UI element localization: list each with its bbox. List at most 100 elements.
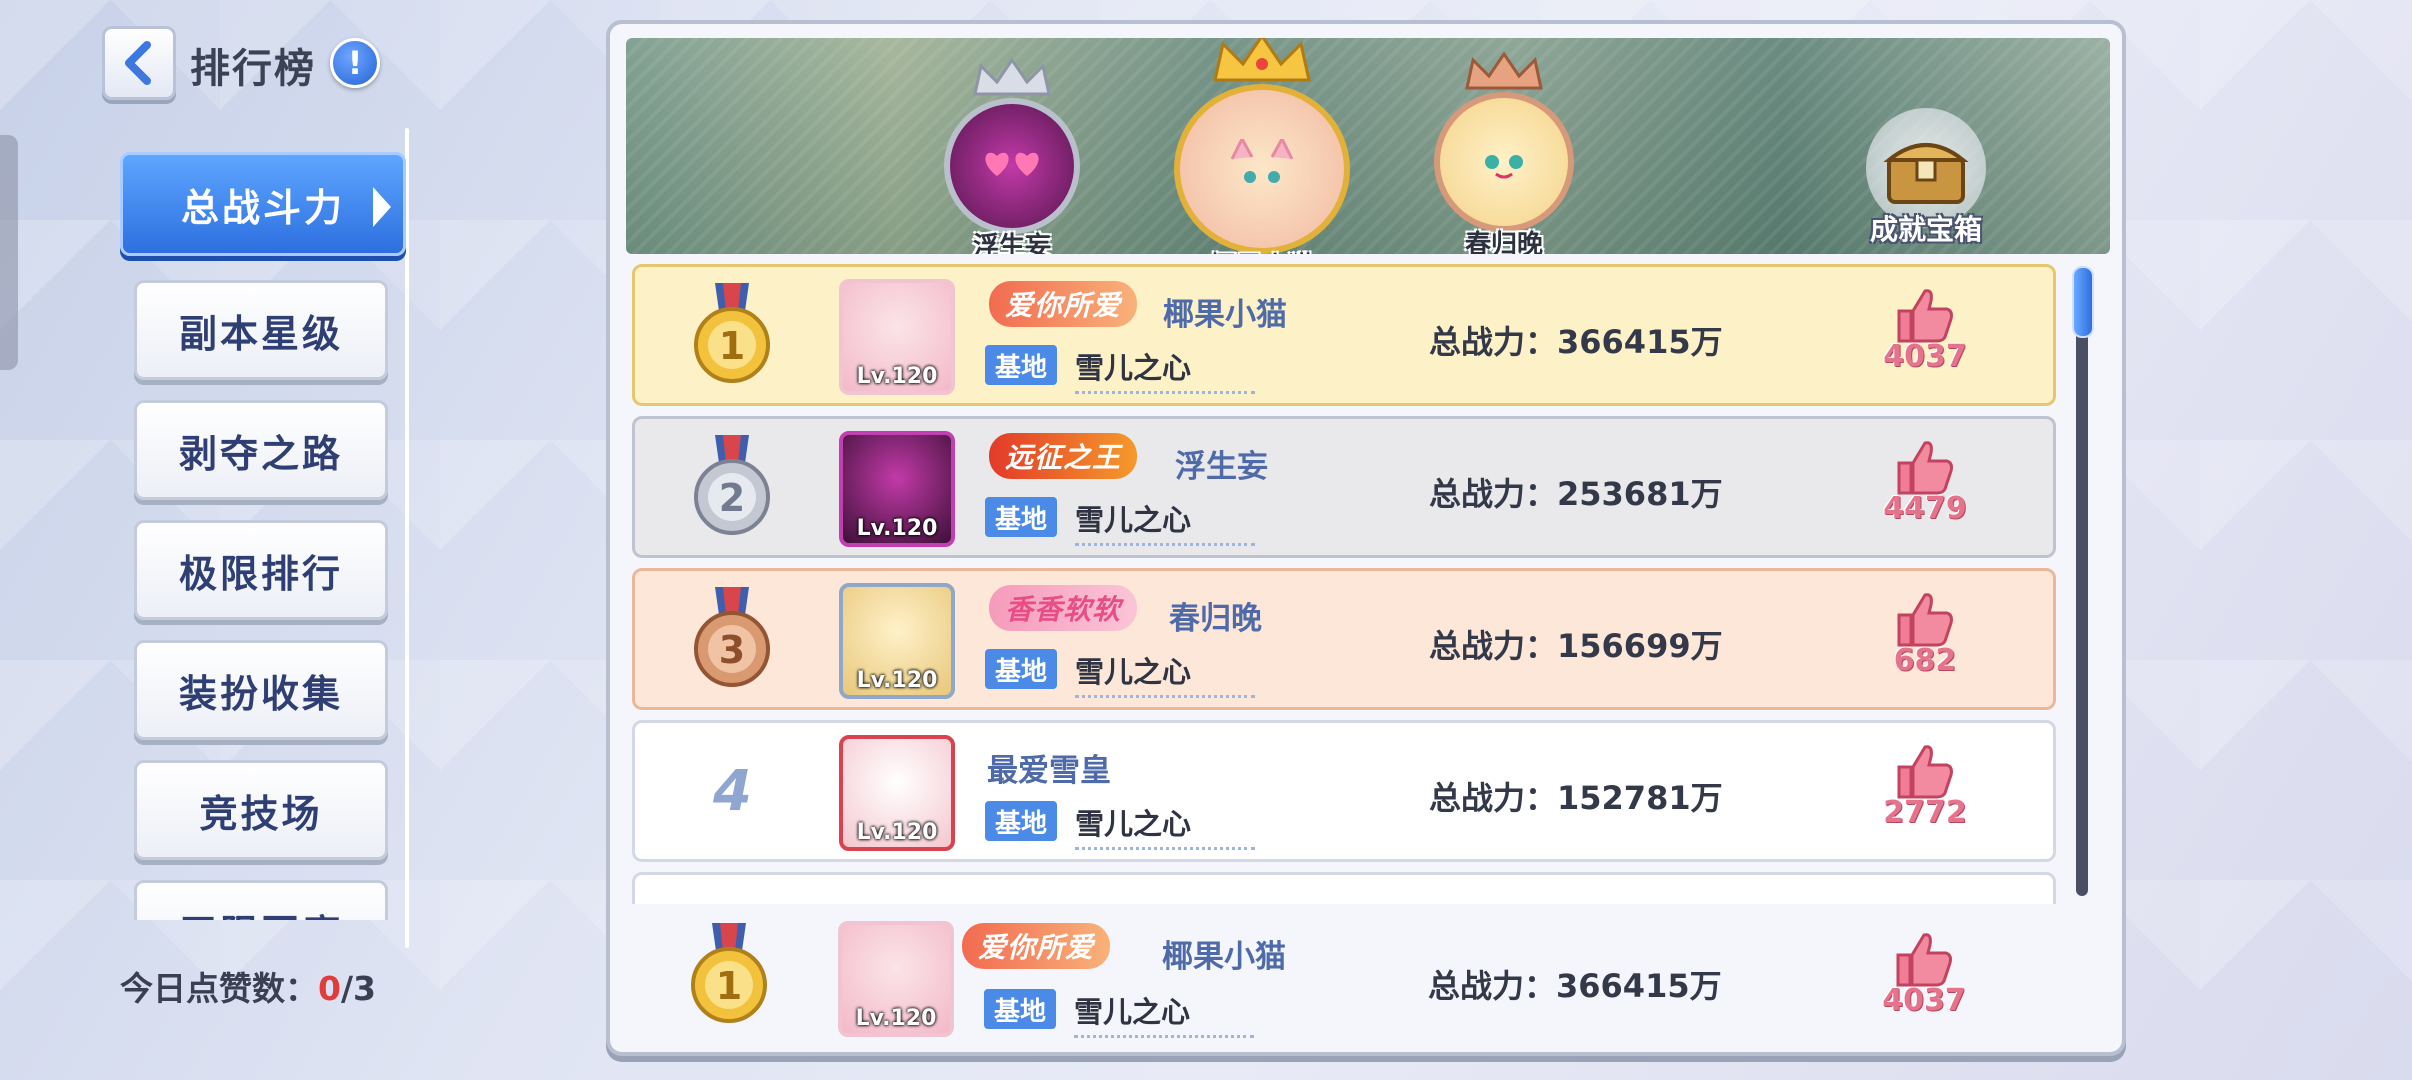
guild-name: 雪儿之心 — [1075, 497, 1255, 546]
silver-medal-icon: 2 — [694, 435, 770, 535]
table-row[interactable]: 3 Lv.120 香香软软 春归晚 基地 雪儿之心 总战力：156699万 68… — [632, 568, 2056, 710]
player-name: 椰果小猫 — [1162, 939, 1286, 975]
tab-plunder-road[interactable]: 剥夺之路 — [134, 400, 388, 500]
likes-total: /3 — [340, 969, 376, 1008]
tab-label: 总战斗力 — [180, 185, 345, 230]
gold-medal-icon: 1 — [694, 283, 770, 383]
achievement-chest[interactable]: 成就宝箱 — [1866, 108, 1986, 248]
player-name: 春归晚 — [1169, 601, 1262, 637]
tab-total-power[interactable]: 总战斗力 — [120, 152, 406, 256]
tab-infinite-corridor[interactable]: 无限回廊 — [134, 880, 388, 920]
like-count: 4479 — [1883, 491, 1967, 526]
thumbs-up-icon — [1897, 441, 1953, 495]
svg-text:2: 2 — [719, 476, 745, 520]
thumbs-up-icon — [1897, 745, 1953, 799]
title-badge: 爱你所爱 — [962, 923, 1111, 969]
table-row[interactable]: 4 Lv.120 最爱雪皇 基地 雪儿之心 总战力：152781万 2772 — [632, 720, 2056, 862]
like-button[interactable]: 4479 — [1883, 439, 1967, 526]
player-avatar[interactable]: Lv.120 — [839, 735, 955, 851]
cat-girl-icon — [1230, 139, 1294, 183]
tab-label: 极限排行 — [178, 551, 343, 596]
guild-tag: 基地 — [984, 989, 1056, 1029]
self-ranking-row[interactable]: 1 Lv.120 爱你所爱 椰果小猫 基地 雪儿之心 总战力：366415万 4… — [622, 909, 2112, 1049]
heart-eyes-icon — [985, 152, 1039, 176]
podium-avatar — [1174, 84, 1350, 254]
guild-tag: 基地 — [985, 345, 1057, 385]
player-avatar[interactable]: Lv.120 — [838, 921, 954, 1037]
podium-avatar — [944, 98, 1080, 234]
tab-label: 副本星级 — [178, 311, 343, 356]
table-row[interactable] — [632, 872, 2056, 904]
tab-arena[interactable]: 竞技场 — [134, 760, 388, 860]
list-scrollbar-thumb[interactable] — [2072, 266, 2094, 338]
bronze-crown-icon — [1465, 52, 1543, 90]
player-name: 椰果小猫 — [1163, 297, 1287, 333]
likes-used: 0 — [318, 969, 341, 1008]
like-button[interactable]: 2772 — [1883, 743, 1967, 830]
ranking-list: 1 Lv.120 爱你所爱 椰果小猫 基地 雪儿之心 总战力：366415万 4… — [622, 264, 2064, 904]
guild-tag: 基地 — [985, 649, 1057, 689]
tab-dungeon-stars[interactable]: 副本星级 — [134, 280, 388, 380]
bronze-medal-icon: 3 — [694, 587, 770, 687]
podium-first[interactable]: 椰果小猫 — [1174, 38, 1350, 254]
title-badge: 香香软软 — [989, 585, 1138, 631]
podium-avatar — [1434, 92, 1574, 232]
player-avatar[interactable]: Lv.120 — [839, 583, 955, 699]
like-count: 682 — [1893, 643, 1957, 678]
gold-medal-icon: 1 — [691, 923, 767, 1023]
chevron-left-icon — [125, 41, 151, 85]
podium-name: 椰果小猫 — [1210, 246, 1314, 254]
player-name: 最爱雪皇 — [987, 753, 1111, 789]
title-badge: 爱你所爱 — [989, 281, 1138, 327]
total-power: 总战力：366415万 — [1429, 323, 1723, 361]
ranking-panel: 浮生妄 椰果小猫 春归晚 — [606, 20, 2126, 1056]
total-power: 总战力：366415万 — [1428, 967, 1722, 1005]
likes-label: 今日点赞数： — [120, 969, 318, 1008]
level-label: Lv.120 — [856, 668, 938, 693]
silver-crown-icon — [973, 58, 1051, 96]
like-button[interactable]: 4037 — [1883, 287, 1967, 374]
guild-name: 雪儿之心 — [1075, 649, 1255, 698]
tab-label: 剥夺之路 — [178, 431, 343, 476]
chest-label: 成就宝箱 — [1869, 213, 1982, 246]
tab-label: 无限回廊 — [179, 903, 343, 921]
thumbs-up-icon — [1897, 593, 1953, 647]
like-count: 2772 — [1883, 795, 1967, 830]
guild-tag: 基地 — [985, 497, 1057, 537]
level-label: Lv.120 — [856, 516, 938, 541]
like-count: 4037 — [1883, 339, 1967, 374]
guild-tag: 基地 — [985, 801, 1057, 841]
table-row[interactable]: 1 Lv.120 爱你所爱 椰果小猫 基地 雪儿之心 总战力：366415万 4… — [632, 264, 2056, 406]
total-power: 总战力：253681万 — [1429, 475, 1723, 513]
level-label: Lv.120 — [856, 820, 938, 845]
like-count: 4037 — [1882, 983, 1966, 1018]
guild-name: 雪儿之心 — [1075, 801, 1255, 850]
player-avatar[interactable]: Lv.120 — [839, 431, 955, 547]
title-badge: 远征之王 — [989, 433, 1138, 479]
edge-handle[interactable] — [0, 135, 18, 370]
info-icon[interactable]: ! — [330, 38, 380, 88]
level-label: Lv.120 — [855, 1006, 937, 1031]
player-name: 浮生妄 — [1175, 449, 1268, 485]
svg-text:3: 3 — [719, 628, 745, 672]
tab-limit-ranking[interactable]: 极限排行 — [134, 520, 388, 620]
podium-second[interactable]: 浮生妄 — [944, 58, 1080, 254]
tab-label: 装扮收集 — [178, 671, 343, 716]
like-button[interactable]: 682 — [1885, 591, 1965, 678]
top-three-banner: 浮生妄 椰果小猫 春归晚 — [626, 38, 2110, 254]
girl-face-icon — [1485, 155, 1523, 179]
sidebar: 总战斗力 副本星级 剥夺之路 极限排行 装扮收集 竞技场 无限回廊 — [110, 150, 410, 920]
podium-third[interactable]: 春归晚 — [1434, 52, 1574, 254]
svg-text:1: 1 — [719, 324, 745, 368]
likes-today: 今日点赞数：0/3 — [120, 962, 376, 1010]
back-button[interactable] — [102, 26, 176, 100]
chevron-right-icon — [373, 187, 391, 227]
table-row[interactable]: 2 Lv.120 远征之王 浮生妄 基地 雪儿之心 总战力：253681万 44… — [632, 416, 2056, 558]
guild-name: 雪儿之心 — [1075, 345, 1255, 394]
player-avatar[interactable]: Lv.120 — [839, 279, 955, 395]
like-button[interactable]: 4037 — [1882, 931, 1966, 1018]
gold-crown-icon — [1213, 38, 1311, 82]
list-scrollbar-track[interactable] — [2076, 266, 2088, 896]
tab-outfit-collection[interactable]: 装扮收集 — [134, 640, 388, 740]
thumbs-up-icon — [1897, 289, 1953, 343]
